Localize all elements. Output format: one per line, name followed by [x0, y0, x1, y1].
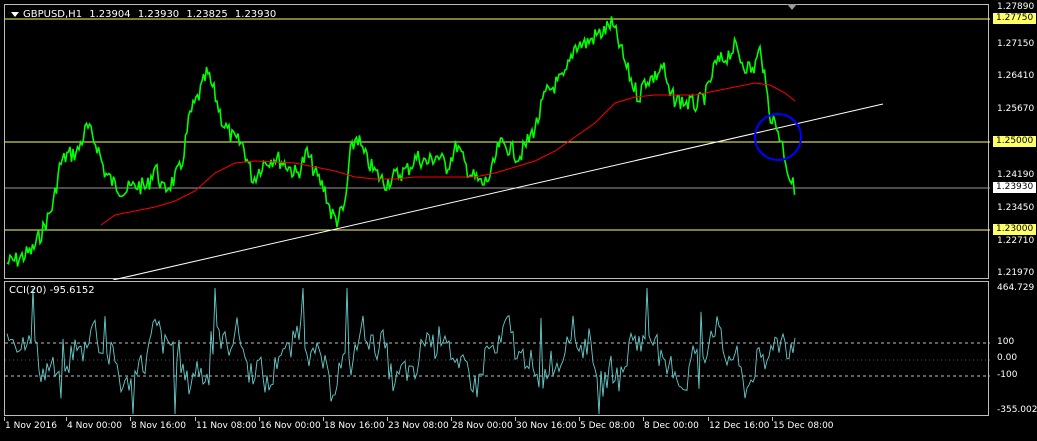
cci-chart-canvas[interactable] [5, 282, 990, 417]
price-series [6, 16, 796, 267]
time-label: 15 Dec 08:00 [773, 421, 834, 431]
time-label: 12 Dec 16:00 [709, 421, 770, 431]
trendline [112, 103, 884, 280]
symbol-label: GBPUSD,H1 [23, 9, 83, 20]
time-label: 28 Nov 00:00 [452, 421, 513, 431]
key-level-tag: 1.25000 [993, 136, 1037, 147]
price-axis: 1.27890 1.27150 1.26410 1.25670 1.24190 … [991, 0, 1037, 441]
cci-level-label: 0.00 [997, 353, 1018, 363]
time-label: 4 Nov 00:00 [67, 421, 122, 431]
chart-shift-marker-icon[interactable] [787, 4, 797, 10]
resistance-level-tag: 1.27750 [993, 13, 1037, 24]
price-label: 1.26410 [997, 71, 1035, 81]
time-label: 23 Nov 08:00 [388, 421, 449, 431]
dropdown-arrow-icon[interactable] [11, 11, 19, 17]
price-label: 1.24190 [997, 170, 1035, 180]
price-chart-canvas[interactable] [5, 5, 990, 280]
support-level-tag: 1.23000 [993, 224, 1037, 235]
price-label: 1.25670 [997, 104, 1035, 114]
cci-max-label: 464.729 [997, 283, 1035, 293]
price-label: 1.21970 [997, 268, 1035, 278]
open-value: 1.23904 [89, 9, 131, 20]
time-axis: 1 Nov 2016 4 Nov 00:00 8 Nov 16:00 11 Nov 0… [4, 417, 989, 441]
time-label: 8 Nov 16:00 [131, 421, 186, 431]
cci-level-label: 100 [997, 337, 1015, 347]
price-chart-panel[interactable]: GBPUSD,H1 1.23904 1.23930 1.23825 1.2393… [4, 4, 990, 280]
cci-min-label: -355.0021 [997, 405, 1037, 415]
price-label: 1.27150 [997, 39, 1035, 49]
current-price-tag: 1.23930 [993, 182, 1037, 193]
price-label: 1.23450 [997, 203, 1035, 213]
close-value: 1.23930 [234, 9, 277, 20]
cci-level-label: -100 [997, 370, 1018, 380]
cci-indicator-panel[interactable]: CCI(20) -95.6152 [4, 281, 990, 417]
chart-header: GBPUSD,H1 1.23904 1.23930 1.23825 1.2393… [11, 9, 280, 20]
time-label: 16 Nov 00:00 [260, 421, 321, 431]
time-label: 30 Nov 16:00 [516, 421, 577, 431]
cci-title: CCI(20) -95.6152 [9, 285, 95, 296]
cci-series [6, 287, 796, 415]
time-label: 8 Dec 00:00 [644, 421, 699, 431]
highlight-circle [754, 113, 802, 161]
time-label: 5 Dec 08:00 [580, 421, 635, 431]
time-label: 1 Nov 2016 [5, 421, 57, 431]
price-label: 1.22710 [997, 236, 1035, 246]
time-label: 18 Nov 16:00 [324, 421, 385, 431]
high-value: 1.23930 [137, 9, 180, 20]
time-label: 11 Nov 08:00 [196, 421, 257, 431]
price-label: 1.27890 [997, 2, 1035, 12]
low-value: 1.23825 [186, 9, 228, 20]
